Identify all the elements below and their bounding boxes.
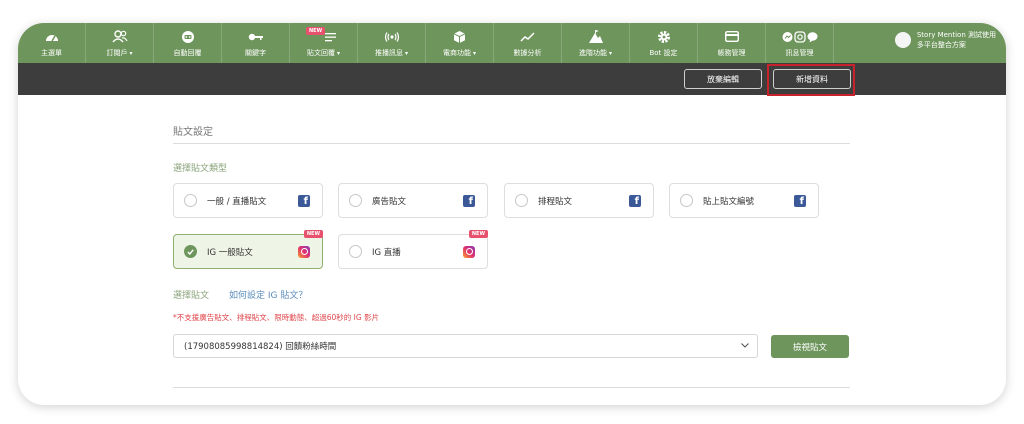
messenger-icons: [782, 29, 818, 45]
box-icon: [453, 29, 466, 45]
mountain-icon: [588, 29, 604, 45]
nav-item-bot-settings[interactable]: Bot 設定: [630, 23, 698, 63]
nav-label-post-reply: 貼文回覆: [306, 48, 335, 57]
nav-label-main-menu: 主選單: [41, 48, 62, 57]
post-type-card-paste-id[interactable]: 貼上貼文編號 f: [669, 183, 819, 218]
nav-item-advanced[interactable]: 進階功能 ▾: [562, 23, 630, 63]
dashboard-icon: [45, 29, 59, 45]
nav-item-main-menu[interactable]: 主選單: [18, 23, 86, 63]
nav-label-subscribers: 訂閱戶: [106, 48, 128, 57]
ig-setup-help-link[interactable]: 如何設定 IG 貼文？: [229, 288, 307, 301]
nav-item-post-reply[interactable]: NEW 貼文回覆 ▾: [290, 23, 358, 63]
nav-label-billing: 帳務管理: [717, 48, 746, 57]
radio-button[interactable]: [349, 194, 362, 207]
post-type-card-ig-general[interactable]: NEW IG 一般貼文: [173, 230, 323, 269]
new-badge: NEW: [303, 230, 323, 238]
card-label: IG 一般貼文: [207, 247, 253, 258]
instagram-icon: [298, 245, 310, 258]
nav-label-broadcast: 推播訊息: [374, 48, 403, 57]
discard-edit-button[interactable]: 放棄編輯: [684, 69, 762, 89]
account-menu[interactable]: Story Mention 測試使用 多平台整合方案: [894, 30, 996, 50]
nav-label-keywords: 關鍵字: [245, 48, 266, 57]
nav-label-ecommerce: 電商功能: [442, 48, 471, 57]
nav-item-broadcast[interactable]: 推播訊息 ▾: [358, 23, 426, 63]
app-window: 主選單 訂閱戶 ▾ 自動回覆 關鍵字 NEW 貼文回覆 ▾ 推播訊息 ▾ 電商功…: [18, 23, 1006, 405]
caret-down-icon: ▾: [472, 49, 476, 57]
caret-down-icon: ▾: [336, 49, 340, 57]
facebook-icon: f: [298, 194, 310, 207]
nav-label-advanced: 進階功能: [578, 48, 607, 57]
key-icon: [248, 29, 264, 45]
facebook-icon: f: [463, 194, 475, 207]
nav-item-keywords[interactable]: 關鍵字: [222, 23, 290, 63]
card-label: 一般 / 直播貼文: [207, 196, 267, 207]
facebook-icon: f: [794, 194, 806, 207]
post-type-card-ig-live[interactable]: NEW IG 直播: [338, 230, 488, 269]
post-select-dropdown[interactable]: (17908085998814824) 回饋粉絲時間: [173, 334, 758, 358]
nav-label-auto-reply: 自動回覆: [173, 48, 202, 57]
card-icon: [724, 29, 739, 45]
nav-item-ecommerce[interactable]: 電商功能 ▾: [426, 23, 494, 63]
top-navbar: 主選單 訂閱戶 ▾ 自動回覆 關鍵字 NEW 貼文回覆 ▾ 推播訊息 ▾ 電商功…: [18, 23, 1006, 63]
avatar: [894, 32, 911, 48]
facebook-icon: f: [629, 194, 641, 207]
new-badge: NEW: [306, 27, 326, 35]
checked-radio-icon[interactable]: [184, 245, 197, 258]
radio-button[interactable]: [515, 194, 528, 207]
post-type-title: 選擇貼文類型: [173, 164, 228, 174]
bottom-divider: [173, 387, 850, 388]
account-plan: 多平台整合方案: [916, 41, 966, 49]
list-icon: [324, 29, 337, 45]
nav-label-bot-settings: Bot 設定: [649, 48, 678, 57]
section-title: 貼文設定: [173, 127, 213, 138]
unsupported-warning: *不支援廣告貼文、排程貼文、限時動態、超過60秒的 IG 影片: [173, 313, 380, 322]
post-type-card-general-live[interactable]: 一般 / 直播貼文 f: [173, 183, 323, 218]
chevron-down-icon: [741, 341, 749, 351]
action-toolbar: 放棄編輯 新增資料: [18, 63, 1006, 95]
chart-icon: [519, 29, 536, 45]
post-type-card-scheduled[interactable]: 排程貼文 f: [504, 183, 654, 218]
post-type-card-ad[interactable]: 廣告貼文 f: [338, 183, 488, 218]
view-post-button[interactable]: 檢視貼文: [771, 335, 849, 358]
radio-button[interactable]: [680, 194, 693, 207]
nav-item-analytics[interactable]: 數據分析: [494, 23, 562, 63]
nav-item-auto-reply[interactable]: 自動回覆: [154, 23, 222, 63]
nav-item-subscribers[interactable]: 訂閱戶 ▾: [86, 23, 154, 63]
card-label: 廣告貼文: [372, 196, 407, 207]
nav-label-analytics: 數據分析: [513, 48, 542, 57]
instagram-icon: [463, 245, 475, 258]
nav-label-messages: 訊息管理: [785, 48, 814, 57]
nav-item-messages[interactable]: 訊息管理: [766, 23, 834, 63]
add-data-highlight-box: [767, 64, 855, 96]
new-badge: NEW: [468, 230, 488, 238]
selected-post-value: (17908085998814824) 回饋粉絲時間: [184, 342, 337, 352]
radio-button[interactable]: [184, 194, 197, 207]
card-label: 排程貼文: [538, 196, 573, 207]
account-name: Story Mention 測試使用: [916, 31, 996, 39]
caret-down-icon: ▾: [129, 49, 133, 57]
caret-down-icon: ▾: [608, 49, 612, 57]
nav-item-billing[interactable]: 帳務管理: [698, 23, 766, 63]
gear-icon: [657, 29, 671, 45]
broadcast-icon: [384, 29, 400, 45]
robot-icon: [181, 29, 195, 45]
users-icon: [111, 29, 128, 45]
radio-button[interactable]: [349, 245, 362, 258]
card-label: 貼上貼文編號: [703, 196, 755, 207]
select-post-label: 選擇貼文: [173, 291, 210, 301]
section-divider: [173, 143, 850, 144]
card-label: IG 直播: [372, 247, 401, 258]
caret-down-icon: ▾: [404, 49, 408, 57]
